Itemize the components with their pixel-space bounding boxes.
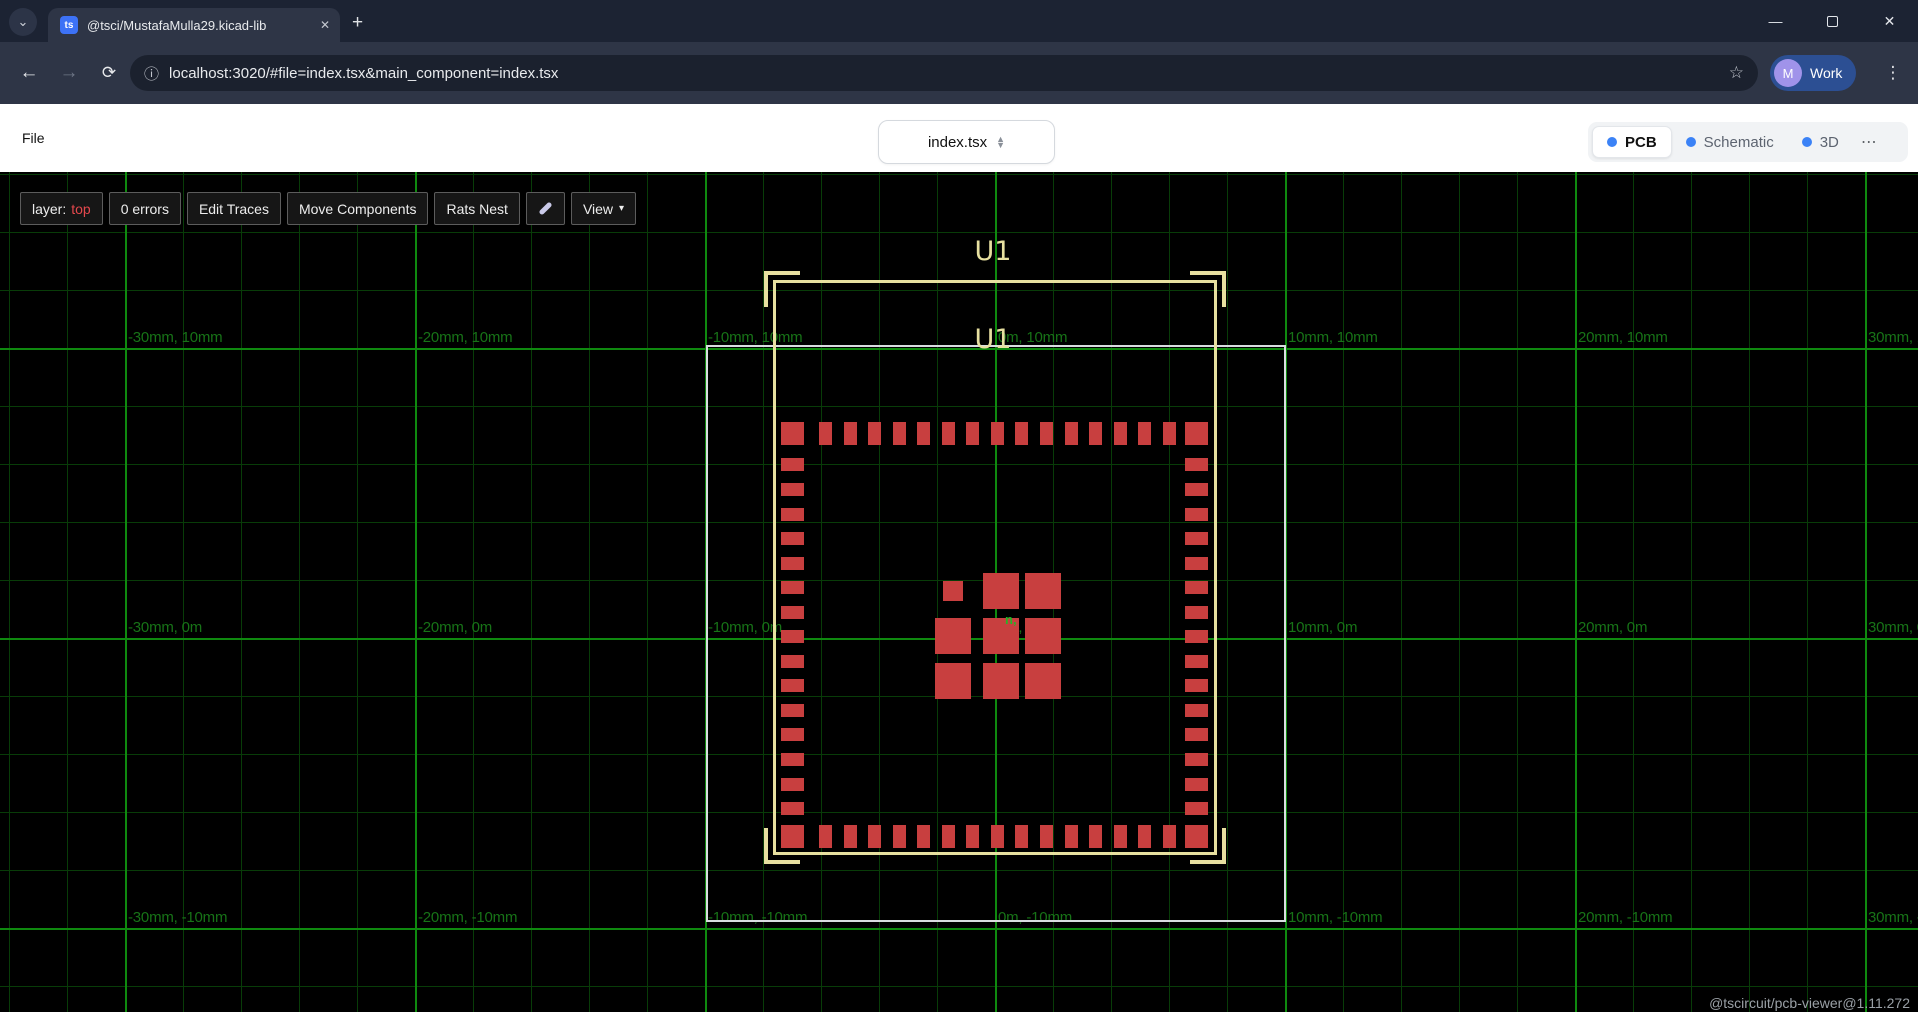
browser-menu-button[interactable]: ⋮ bbox=[1878, 42, 1908, 104]
grid-coordinate-label: -30mm, 10mm bbox=[128, 329, 222, 346]
silkscreen-corner-mark bbox=[1222, 271, 1226, 307]
reload-button[interactable]: ⟳ bbox=[92, 42, 126, 104]
pcb-dot-icon bbox=[1607, 137, 1617, 147]
app-toolbar: File index.tsx ▲▼ PCB Schematic 3D ⋯ bbox=[0, 104, 1918, 172]
layer-value: top bbox=[71, 201, 90, 217]
tab-title: @tsci/MustafaMulla29.kicad-lib bbox=[87, 18, 312, 33]
grid-coordinate-label: -20mm, 0m bbox=[418, 619, 492, 636]
silkscreen-corner-mark bbox=[1190, 271, 1226, 275]
window-controls: — ✕ bbox=[1747, 0, 1918, 42]
grid-coordinate-label: 30mm, 0m bbox=[1868, 619, 1918, 636]
browser-window: ⌄ ts @tsci/MustafaMulla29.kicad-lib ✕ + … bbox=[0, 0, 1918, 1012]
tab-3d[interactable]: 3D bbox=[1788, 126, 1853, 158]
chevron-down-icon: ⌄ bbox=[18, 14, 29, 30]
profile-name: Work bbox=[1810, 65, 1842, 81]
tab-favicon: ts bbox=[60, 16, 78, 34]
back-button[interactable]: ← bbox=[12, 42, 46, 104]
dropdown-arrow-icon: ▾ bbox=[619, 203, 624, 214]
silkscreen-corner-mark bbox=[764, 271, 800, 275]
move-components-button[interactable]: Move Components bbox=[287, 192, 429, 225]
navigation-bar: ← → ⟳ ⓘ localhost:3020/#file=index.tsx&m… bbox=[0, 42, 1918, 104]
silkscreen-corner-mark bbox=[764, 828, 768, 864]
tab-strip: ⌄ ts @tsci/MustafaMulla29.kicad-lib ✕ + … bbox=[0, 0, 1918, 42]
edit-silkscreen-button[interactable] bbox=[526, 192, 565, 225]
profile-button[interactable]: M Work bbox=[1770, 55, 1856, 91]
view-menu-button[interactable]: View ▾ bbox=[571, 192, 636, 225]
viewer-version: @tscircuit/pcb-viewer@1.11.272 bbox=[1709, 995, 1910, 1011]
net-label: n, bbox=[1005, 612, 1017, 627]
rats-nest-button[interactable]: Rats Nest bbox=[434, 192, 519, 225]
close-window-button[interactable]: ✕ bbox=[1861, 0, 1918, 42]
avatar: M bbox=[1774, 59, 1802, 87]
address-bar[interactable]: ⓘ localhost:3020/#file=index.tsx&main_co… bbox=[130, 55, 1758, 91]
view-switcher: PCB Schematic 3D ⋯ bbox=[1588, 122, 1908, 162]
file-select-value: index.tsx bbox=[928, 134, 987, 151]
pcb-canvas[interactable]: layer: top 0 errorsEdit TracesMove Compo… bbox=[0, 172, 1918, 1012]
select-chevrons-icon: ▲▼ bbox=[996, 136, 1005, 148]
0-errors-button[interactable]: 0 errors bbox=[109, 192, 181, 225]
grid-coordinate-label: -20mm, -10mm bbox=[418, 909, 517, 926]
grid-coordinate-label: 10mm, -10mm bbox=[1288, 909, 1382, 926]
forward-button[interactable]: → bbox=[52, 42, 86, 104]
file-select[interactable]: index.tsx ▲▼ bbox=[878, 120, 1055, 164]
reference-designator: U1 bbox=[975, 324, 1012, 355]
tab-pcb[interactable]: PCB bbox=[1592, 126, 1672, 158]
grid-coordinate-label: -30mm, 0m bbox=[128, 619, 202, 636]
minimize-button[interactable]: — bbox=[1747, 0, 1804, 42]
grid-coordinate-label: 10mm, 0m bbox=[1288, 619, 1357, 636]
grid-coordinate-label: 10mm, 10mm bbox=[1288, 329, 1378, 346]
edit-traces-button[interactable]: Edit Traces bbox=[187, 192, 281, 225]
pcb-toolbar: layer: top 0 errorsEdit TracesMove Compo… bbox=[20, 192, 636, 225]
url-text[interactable]: localhost:3020/#file=index.tsx&main_comp… bbox=[169, 65, 1729, 82]
grid-coordinate-label: -30mm, -10mm bbox=[128, 909, 227, 926]
site-info-icon[interactable]: ⓘ bbox=[144, 63, 159, 84]
grid-coordinate-label: 20mm, -10mm bbox=[1578, 909, 1672, 926]
tab-search-button[interactable]: ⌄ bbox=[9, 8, 37, 36]
restore-button[interactable] bbox=[1804, 0, 1861, 42]
restore-icon bbox=[1827, 16, 1838, 27]
silkscreen-outline bbox=[773, 280, 1217, 855]
reference-designator: U1 bbox=[975, 236, 1012, 267]
grid-coordinate-label: 30mm, 10mm bbox=[1868, 329, 1918, 346]
layer-button[interactable]: layer: top bbox=[20, 192, 103, 225]
grid-coordinate-label: 20mm, 10mm bbox=[1578, 329, 1668, 346]
pencil-icon bbox=[538, 201, 552, 215]
file-menu[interactable]: File bbox=[22, 104, 45, 172]
silkscreen-corner-mark bbox=[764, 860, 800, 864]
silkscreen-corner-mark bbox=[1222, 828, 1226, 864]
browser-tab[interactable]: ts @tsci/MustafaMulla29.kicad-lib ✕ bbox=[48, 8, 340, 42]
3d-dot-icon bbox=[1802, 137, 1812, 147]
schematic-dot-icon bbox=[1686, 137, 1696, 147]
silkscreen-corner-mark bbox=[764, 271, 768, 307]
grid-coordinate-label: 30mm, -10mm bbox=[1868, 909, 1918, 926]
close-tab-icon[interactable]: ✕ bbox=[320, 18, 330, 32]
grid-coordinate-label: 20mm, 0m bbox=[1578, 619, 1647, 636]
bookmark-star-icon[interactable]: ☆ bbox=[1729, 63, 1744, 83]
new-tab-button[interactable]: + bbox=[352, 13, 363, 32]
grid-coordinate-label: -20mm, 10mm bbox=[418, 329, 512, 346]
silkscreen-corner-mark bbox=[1190, 860, 1226, 864]
tab-schematic[interactable]: Schematic bbox=[1672, 126, 1788, 158]
more-views-button[interactable]: ⋯ bbox=[1853, 132, 1886, 152]
